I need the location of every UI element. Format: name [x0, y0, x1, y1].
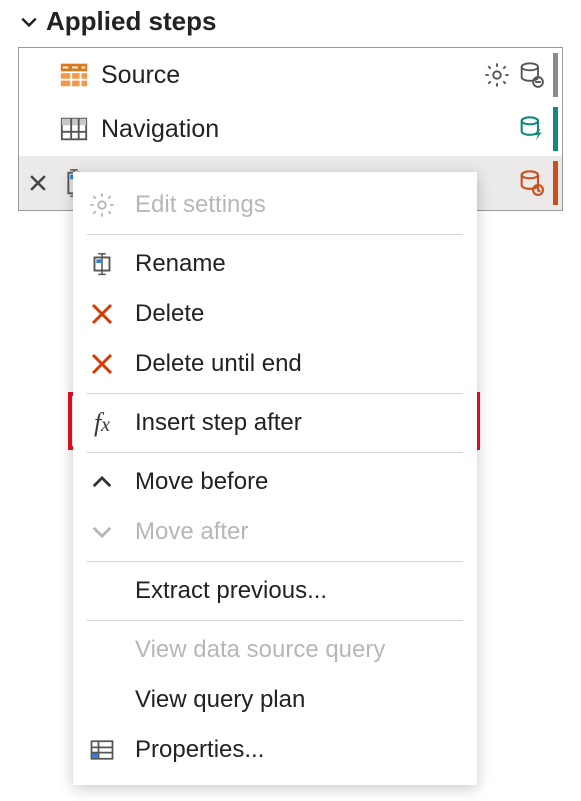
menu-label: Move after: [135, 518, 248, 546]
menu-separator: [87, 620, 463, 621]
blank-icon: [87, 685, 117, 715]
page-title: Applied steps: [46, 6, 216, 37]
menu-edit-settings: Edit settings: [73, 180, 477, 230]
chevron-up-icon: [87, 467, 117, 497]
close-icon: [87, 299, 117, 329]
database-lightning-icon[interactable]: [517, 115, 545, 143]
fx-icon: fx: [87, 408, 117, 438]
menu-view-data-source-query: View data source query: [73, 625, 477, 675]
menu-label: View query plan: [135, 686, 305, 714]
menu-properties[interactable]: Properties...: [73, 725, 477, 775]
step-accent-bar: [553, 53, 558, 97]
rename-icon: [87, 249, 117, 279]
menu-separator: [87, 393, 463, 394]
menu-move-after: Move after: [73, 507, 477, 557]
properties-icon: [87, 735, 117, 765]
delete-step-icon[interactable]: [27, 172, 49, 194]
step-row-source[interactable]: Source: [19, 48, 562, 102]
menu-delete[interactable]: Delete: [73, 289, 477, 339]
step-label: Navigation: [101, 115, 517, 144]
step-actions: [483, 53, 562, 97]
blank-icon: [87, 576, 117, 606]
menu-label: Extract previous...: [135, 577, 327, 605]
menu-extract-previous[interactable]: Extract previous...: [73, 566, 477, 616]
gear-icon: [87, 190, 117, 220]
menu-separator: [87, 561, 463, 562]
menu-rename[interactable]: Rename: [73, 239, 477, 289]
menu-label: Move before: [135, 468, 268, 496]
database-minus-icon[interactable]: [517, 61, 545, 89]
menu-separator: [87, 234, 463, 235]
table-icon: [59, 114, 89, 144]
menu-delete-until-end[interactable]: Delete until end: [73, 339, 477, 389]
menu-label: Rename: [135, 250, 226, 278]
chevron-down-icon: [87, 517, 117, 547]
menu-label: Delete until end: [135, 350, 302, 378]
step-label: Source: [101, 61, 483, 90]
menu-separator: [87, 452, 463, 453]
menu-label: View data source query: [135, 636, 385, 664]
close-icon: [87, 349, 117, 379]
step-actions: [517, 107, 562, 151]
database-clock-icon[interactable]: [517, 169, 545, 197]
source-table-icon: [59, 60, 89, 90]
chevron-down-icon: [20, 13, 38, 31]
menu-label: Delete: [135, 300, 204, 328]
menu-view-query-plan[interactable]: View query plan: [73, 675, 477, 725]
menu-label: Edit settings: [135, 191, 266, 219]
step-actions: [517, 161, 562, 205]
menu-label: Properties...: [135, 736, 264, 764]
step-accent-bar: [553, 161, 558, 205]
menu-label: Insert step after: [135, 409, 302, 437]
menu-insert-step-after[interactable]: fx Insert step after: [73, 398, 477, 448]
context-menu: Edit settings Rename Delete Delete until…: [73, 172, 477, 785]
blank-icon: [87, 635, 117, 665]
step-row-navigation[interactable]: Navigation: [19, 102, 562, 156]
applied-steps-header[interactable]: Applied steps: [0, 0, 581, 47]
step-accent-bar: [553, 107, 558, 151]
menu-move-before[interactable]: Move before: [73, 457, 477, 507]
gear-icon[interactable]: [483, 61, 511, 89]
